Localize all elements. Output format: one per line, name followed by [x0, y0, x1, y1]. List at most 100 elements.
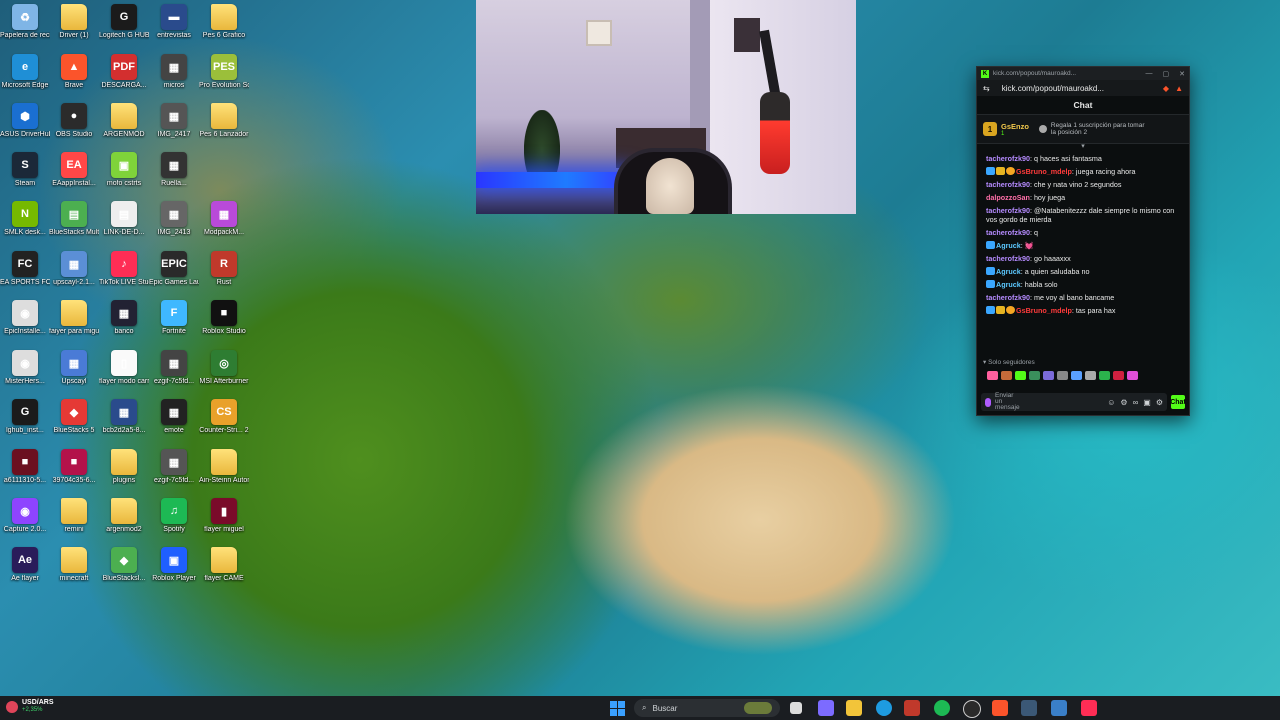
emote-icon[interactable] [1071, 370, 1082, 380]
emote-icon[interactable] [1099, 370, 1110, 380]
desktop-icon[interactable]: N SMLK desk... [2, 201, 48, 249]
chat-username[interactable]: Agruck [996, 241, 1021, 250]
desktop-icon[interactable]: CS Counter-Stri... 2 [199, 399, 249, 447]
desktop-icon[interactable]: faiyer para miguel [49, 300, 99, 348]
desktop-icon[interactable]: Ain-Steinn Automatic [199, 449, 249, 497]
chat-username[interactable]: Agruck [996, 280, 1021, 289]
desktop-icon[interactable]: ◉ MisterHers... [2, 350, 48, 398]
desktop-icon[interactable]: R Rust [201, 251, 247, 299]
chat-username[interactable]: Agruck [996, 267, 1021, 276]
desktop-icon[interactable]: PDF DESCARGA... [101, 54, 147, 102]
desktop-icon[interactable]: EA EAappInstal... [51, 152, 97, 200]
desktop-icon[interactable]: argenmod2 [101, 498, 147, 546]
start-button[interactable] [610, 701, 625, 716]
emote-icon[interactable] [1015, 370, 1026, 380]
desktop-icon[interactable]: ▦ upscayl-2.1... [51, 251, 97, 299]
task-view-icon[interactable] [790, 702, 802, 714]
emote-icon[interactable] [1001, 370, 1012, 380]
emote-icon[interactable] [987, 370, 998, 380]
edge-icon[interactable] [876, 700, 892, 716]
desktop-icon[interactable]: ▣ Roblox Player [151, 547, 197, 595]
desktop-icon[interactable]: ▦ IMG_2417 [151, 103, 197, 151]
desktop-icon[interactable]: F Fortnite [151, 300, 197, 348]
desktop-icon[interactable]: Driver (1) [51, 4, 97, 52]
desktop-icon[interactable]: Pes 6 Grafico [201, 4, 247, 52]
desktop-icon[interactable]: ◆ BlueStacksI... [101, 547, 147, 595]
desktop-icon[interactable]: ▦ banco [101, 300, 147, 348]
brave-rewards-icon[interactable]: ▲ [1175, 84, 1183, 93]
desktop-icon[interactable]: ▦ Ruella... [151, 152, 197, 200]
chat-username[interactable]: tacherofzk90 [986, 228, 1030, 237]
desktop-icon[interactable]: ▦ ezgif-7c5fd... [151, 350, 197, 398]
app-icon[interactable] [1051, 700, 1067, 716]
chat-username[interactable]: dalpozzoSan [986, 193, 1030, 202]
desktop-icon[interactable]: ▤ LINK-DE-D... [101, 201, 147, 249]
site-info-icon[interactable]: ⇆ [983, 84, 990, 93]
copilot-icon[interactable] [818, 700, 834, 716]
chat-input[interactable]: Enviar un mensaje ☺ ⚙ ∞ ▣ ⚙ [981, 392, 1167, 411]
emote-icon[interactable] [1127, 370, 1138, 380]
desktop-icon[interactable]: EPIC Epic Games Launcher [149, 251, 199, 299]
desktop-icon[interactable]: ▦ ezgif-7c5fd... [151, 449, 197, 497]
desktop-icon[interactable]: PES Pro Evolution Soccer 6 [199, 54, 249, 102]
desktop-icon[interactable]: Glghub_inst... [2, 399, 48, 447]
gift-box-icon[interactable]: ▣ [1143, 398, 1151, 407]
desktop-icon[interactable]: ▦ emote [151, 399, 197, 447]
chat-username[interactable]: tacherofzk90 [986, 154, 1030, 163]
emote-icon[interactable] [1085, 370, 1096, 380]
desktop-icon[interactable]: ■ a6111310-5... [2, 449, 48, 497]
desktop-icon[interactable]: ♫ Spotify [151, 498, 197, 546]
emote-icon[interactable] [1043, 370, 1054, 380]
link-icon[interactable]: ∞ [1133, 398, 1139, 407]
desktop-icon[interactable]: ARGENMOD [101, 103, 147, 151]
desktop-icon[interactable]: ▦ Upscayl [51, 350, 97, 398]
desktop-icon[interactable]: ▯ flayer modo carrera [99, 350, 149, 398]
spotify-icon[interactable] [934, 700, 950, 716]
desktop-icon[interactable]: ▦ micros [151, 54, 197, 102]
brave-icon[interactable] [992, 700, 1008, 716]
file-explorer-icon[interactable] [846, 700, 862, 716]
desktop-icon[interactable]: ⬢ ASUS DriverHub [0, 103, 50, 151]
desktop-icon[interactable]: FC EA SPORTS FC 26 [0, 251, 50, 299]
send-chat-button[interactable]: Chat [1171, 395, 1185, 409]
desktop-icon[interactable]: ◎ MSI Afterburner [199, 350, 249, 398]
chat-username[interactable]: tacherofzk90 [986, 293, 1030, 302]
desktop-icon[interactable]: ◉ EpicInstalle... [2, 300, 48, 348]
pinned-gifter[interactable]: 1 GsEnzo 1 Regala 1 suscripción para tom… [977, 115, 1189, 144]
microphone-icon[interactable] [985, 397, 991, 407]
taskbar-search[interactable]: ⌕ Buscar [634, 699, 780, 717]
desktop-icon[interactable]: Pes 6 Lanzador [199, 103, 249, 151]
desktop-icon[interactable]: ▣ mofo cstrts [101, 152, 147, 200]
desktop-icon[interactable]: S Steam [2, 152, 48, 200]
address-bar[interactable]: ⇆ kick.com/popout/mauroakd... ◆ ▲ [977, 80, 1189, 96]
obs-icon[interactable] [963, 700, 981, 718]
stock-ticker-widget[interactable]: USD/ARS +2,35% [6, 699, 54, 714]
desktop-icon[interactable]: ▦ bcb2d2a5-8... [101, 399, 147, 447]
desktop-icon[interactable]: flayer CAME [201, 547, 247, 595]
chat-username[interactable]: GsBruno_mdelp [1016, 306, 1072, 315]
maximize-icon[interactable]: ▢ [1163, 70, 1170, 78]
desktop-icon[interactable]: e Microsoft Edge [2, 54, 48, 102]
chat-username[interactable]: GsBruno_mdelp [1016, 167, 1072, 176]
desktop-icon[interactable]: ■ 39704c35-6... [51, 449, 97, 497]
minimize-icon[interactable]: — [1146, 70, 1153, 78]
chat-username[interactable]: tacherofzk90 [986, 254, 1030, 263]
desktop-icon[interactable]: minecraft [51, 547, 97, 595]
steam-icon[interactable] [1021, 700, 1037, 716]
emote-icon[interactable] [1057, 370, 1068, 380]
emote-icon[interactable] [1029, 370, 1040, 380]
desktop-icon[interactable]: ♻ Papelera de reciclaje [0, 4, 50, 52]
desktop-icon[interactable]: ▲ Brave [51, 54, 97, 102]
desktop-icon[interactable]: ▬ entrevistas [151, 4, 197, 52]
desktop-icon[interactable]: G Logitech G HUB [99, 4, 149, 52]
emoji-icon[interactable]: ☺ [1107, 398, 1115, 407]
chat-username[interactable]: tacherofzk90 [986, 206, 1030, 215]
desktop-icon[interactable]: remini [51, 498, 97, 546]
desktop-icon[interactable]: ▤ BlueStacks Multi-Insta... [49, 201, 99, 249]
extension-icon[interactable]: ◆ [1163, 84, 1169, 93]
close-icon[interactable]: ✕ [1179, 70, 1185, 78]
desktop-icon[interactable]: ◆ BlueStacks 5 [51, 399, 97, 447]
desktop-icon[interactable]: ▦ ModpackM... [201, 201, 247, 249]
gear-icon[interactable]: ⚙ [1156, 398, 1163, 407]
news-app-icon[interactable] [904, 700, 920, 716]
